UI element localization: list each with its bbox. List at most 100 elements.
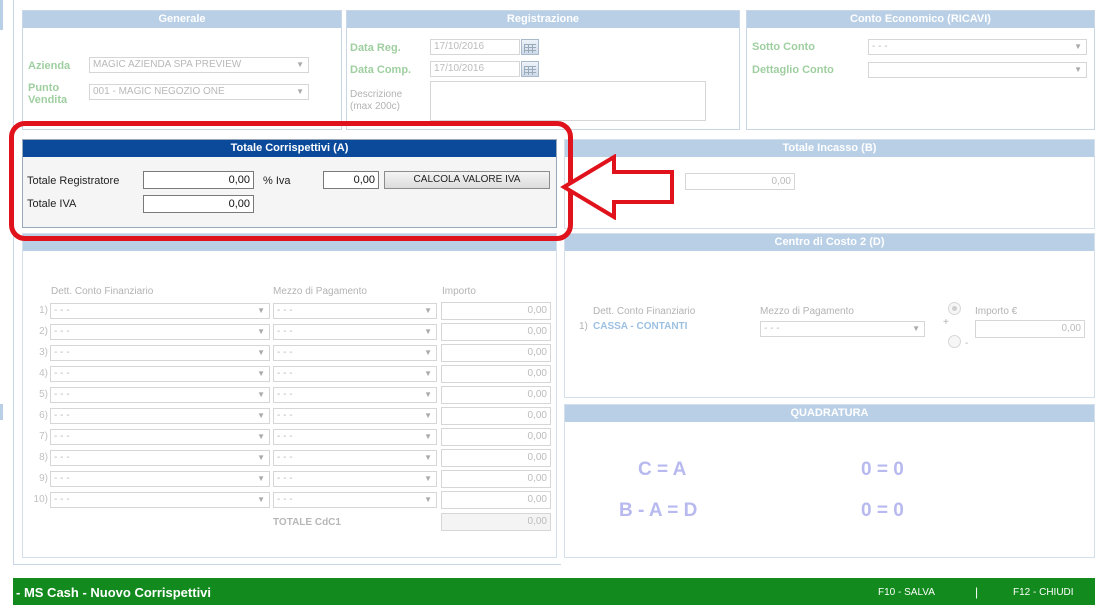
red-arrow-icon (560, 154, 674, 220)
punto-vendita-label: Punto Vendita (28, 82, 68, 106)
cdc1-mezzo-select[interactable]: - - - ▼ (273, 450, 437, 466)
quadratura-header: QUADRATURA (565, 405, 1094, 422)
chevron-down-icon: ▼ (1074, 42, 1082, 51)
minus-sign: - (965, 338, 969, 349)
cdc2-col-conto: Dett. Conto Finanziario (593, 306, 696, 317)
plus-sign: + (943, 317, 949, 328)
descrizione-textarea[interactable] (430, 81, 706, 121)
punto-vendita-select[interactable]: 001 - MAGIC NEGOZIO ONE ▼ (89, 84, 309, 100)
chevron-down-icon: ▼ (424, 327, 432, 336)
chevron-down-icon: ▼ (296, 60, 304, 69)
cdc2-col-importo: Importo € (975, 306, 1018, 317)
data-comp-input[interactable]: 17/10/2016 (430, 61, 520, 77)
azienda-select[interactable]: MAGIC AZIENDA SPA PREVIEW ▼ (89, 57, 309, 73)
chevron-down-icon: ▼ (424, 369, 432, 378)
cdc1-conto-select[interactable]: - - - ▼ (50, 450, 270, 466)
cdc1-conto-select[interactable]: - - - ▼ (50, 471, 270, 487)
minus-radio[interactable] (948, 335, 961, 348)
cdc1-col-conto: Dett. Conto Finanziario (51, 286, 154, 297)
cdc1-mezzo-select[interactable]: - - - ▼ (273, 303, 437, 319)
chevron-down-icon: ▼ (1074, 65, 1082, 74)
cdc1-mezzo-select[interactable]: - - - ▼ (273, 429, 437, 445)
totale-iva-label: Totale IVA (27, 198, 77, 210)
totale-iva-input[interactable]: 0,00 (143, 195, 254, 213)
salva-button[interactable]: F10 - SALVA (878, 587, 935, 598)
cdc1-conto-select[interactable]: - - - ▼ (50, 345, 270, 361)
cdc1-importo-input[interactable]: 0,00 (441, 344, 551, 362)
conto-economico-header: Conto Economico (RICAVI) (747, 11, 1094, 28)
cdc1-mezzo-select[interactable]: - - - ▼ (273, 366, 437, 382)
cdc1-importo-input[interactable]: 0,00 (441, 386, 551, 404)
cdc1-mezzo-select[interactable]: - - - ▼ (273, 345, 437, 361)
cdc1-importo-input[interactable]: 0,00 (441, 428, 551, 446)
cdc1-importo-input[interactable]: 0,00 (441, 449, 551, 467)
chevron-down-icon: ▼ (257, 411, 265, 420)
footer-bar: - MS Cash - Nuovo Corrispettivi F10 - SA… (13, 578, 1095, 605)
sotto-conto-select[interactable]: - - - ▼ (868, 39, 1087, 55)
generale-panel: Generale Azienda MAGIC AZIENDA SPA PREVI… (22, 10, 342, 130)
quadratura-eq1: C = A (638, 459, 687, 480)
registrazione-header: Registrazione (347, 11, 739, 28)
cdc1-conto-select[interactable]: - - - ▼ (50, 387, 270, 403)
bottom-frame-line (13, 564, 561, 565)
cdc1-conto-select[interactable]: - - - ▼ (50, 324, 270, 340)
data-reg-label: Data Reg. (350, 42, 401, 54)
cdc1-conto-select[interactable]: - - - ▼ (50, 408, 270, 424)
cdc1-mezzo-select[interactable]: - - - ▼ (273, 408, 437, 424)
dettaglio-conto-select[interactable]: ▼ (868, 62, 1087, 78)
chevron-down-icon: ▼ (257, 348, 265, 357)
chevron-down-icon: ▼ (424, 453, 432, 462)
calendar-icon[interactable] (521, 61, 539, 77)
cdc1-row-num: 9) (39, 473, 48, 484)
cdc1-importo-input[interactable]: 0,00 (441, 365, 551, 383)
chevron-down-icon: ▼ (257, 432, 265, 441)
totale-registratore-input[interactable]: 0,00 (143, 171, 254, 189)
calcola-iva-button[interactable]: CALCOLA VALORE IVA (384, 171, 550, 189)
cdc1-importo-input[interactable]: 0,00 (441, 491, 551, 509)
footer-separator: | (975, 585, 979, 599)
data-reg-input[interactable]: 17/10/2016 (430, 39, 520, 55)
cdc1-conto-select[interactable]: - - - ▼ (50, 303, 270, 319)
left-edge-bar (0, 0, 3, 30)
cdc1-conto-select[interactable]: - - - ▼ (50, 492, 270, 508)
cdc2-importo-input[interactable]: 0,00 (975, 320, 1085, 338)
cdc1-panel: Dett. Conto Finanziario Mezzo di Pagamen… (22, 233, 557, 558)
chiudi-button[interactable]: F12 - CHIUDI (1013, 587, 1074, 598)
data-comp-label: Data Comp. (350, 64, 412, 76)
calendar-icon[interactable] (521, 39, 539, 55)
cdc1-mezzo-select[interactable]: - - - ▼ (273, 492, 437, 508)
plus-radio[interactable] (948, 302, 961, 315)
cdc1-importo-input[interactable]: 0,00 (441, 302, 551, 320)
cdc1-conto-select[interactable]: - - - ▼ (50, 366, 270, 382)
left-frame-line (13, 0, 14, 565)
conto-economico-panel: Conto Economico (RICAVI) Sotto Conto - -… (746, 10, 1095, 130)
cdc1-row-num: 3) (39, 347, 48, 358)
cdc1-totale-label: TOTALE CdC1 (273, 517, 341, 528)
quadratura-eq1-result: 0 = 0 (861, 459, 904, 480)
cdc1-mezzo-select[interactable]: - - - ▼ (273, 324, 437, 340)
chevron-down-icon: ▼ (296, 87, 304, 96)
cdc2-panel: Centro di Costo 2 (D) Dett. Conto Finanz… (564, 233, 1095, 398)
chevron-down-icon: ▼ (424, 348, 432, 357)
chevron-down-icon: ▼ (257, 327, 265, 336)
totale-corrispettivi-header: Totale Corrispettivi (A) (23, 140, 556, 157)
cdc1-row-num: 8) (39, 452, 48, 463)
cdc1-importo-input[interactable]: 0,00 (441, 323, 551, 341)
cdc1-col-importo: Importo (442, 286, 476, 297)
registrazione-panel: Registrazione Data Reg. 17/10/2016 Data … (346, 10, 740, 130)
totale-incasso-value[interactable]: 0,00 (685, 173, 795, 190)
cdc1-conto-select[interactable]: - - - ▼ (50, 429, 270, 445)
cdc2-mezzo-select[interactable]: - - - ▼ (760, 321, 925, 337)
chevron-down-icon: ▼ (424, 306, 432, 315)
cdc1-importo-input[interactable]: 0,00 (441, 470, 551, 488)
cdc1-importo-input[interactable]: 0,00 (441, 407, 551, 425)
quadratura-eq2: B - A = D (619, 500, 698, 521)
chevron-down-icon: ▼ (424, 390, 432, 399)
dettaglio-conto-label: Dettaglio Conto (752, 64, 834, 76)
chevron-down-icon: ▼ (424, 411, 432, 420)
iva-pct-input[interactable]: 0,00 (323, 171, 379, 189)
cdc1-mezzo-select[interactable]: - - - ▼ (273, 471, 437, 487)
cdc1-mezzo-select[interactable]: - - - ▼ (273, 387, 437, 403)
cdc1-row-num: 2) (39, 326, 48, 337)
cdc1-row-num: 4) (39, 368, 48, 379)
